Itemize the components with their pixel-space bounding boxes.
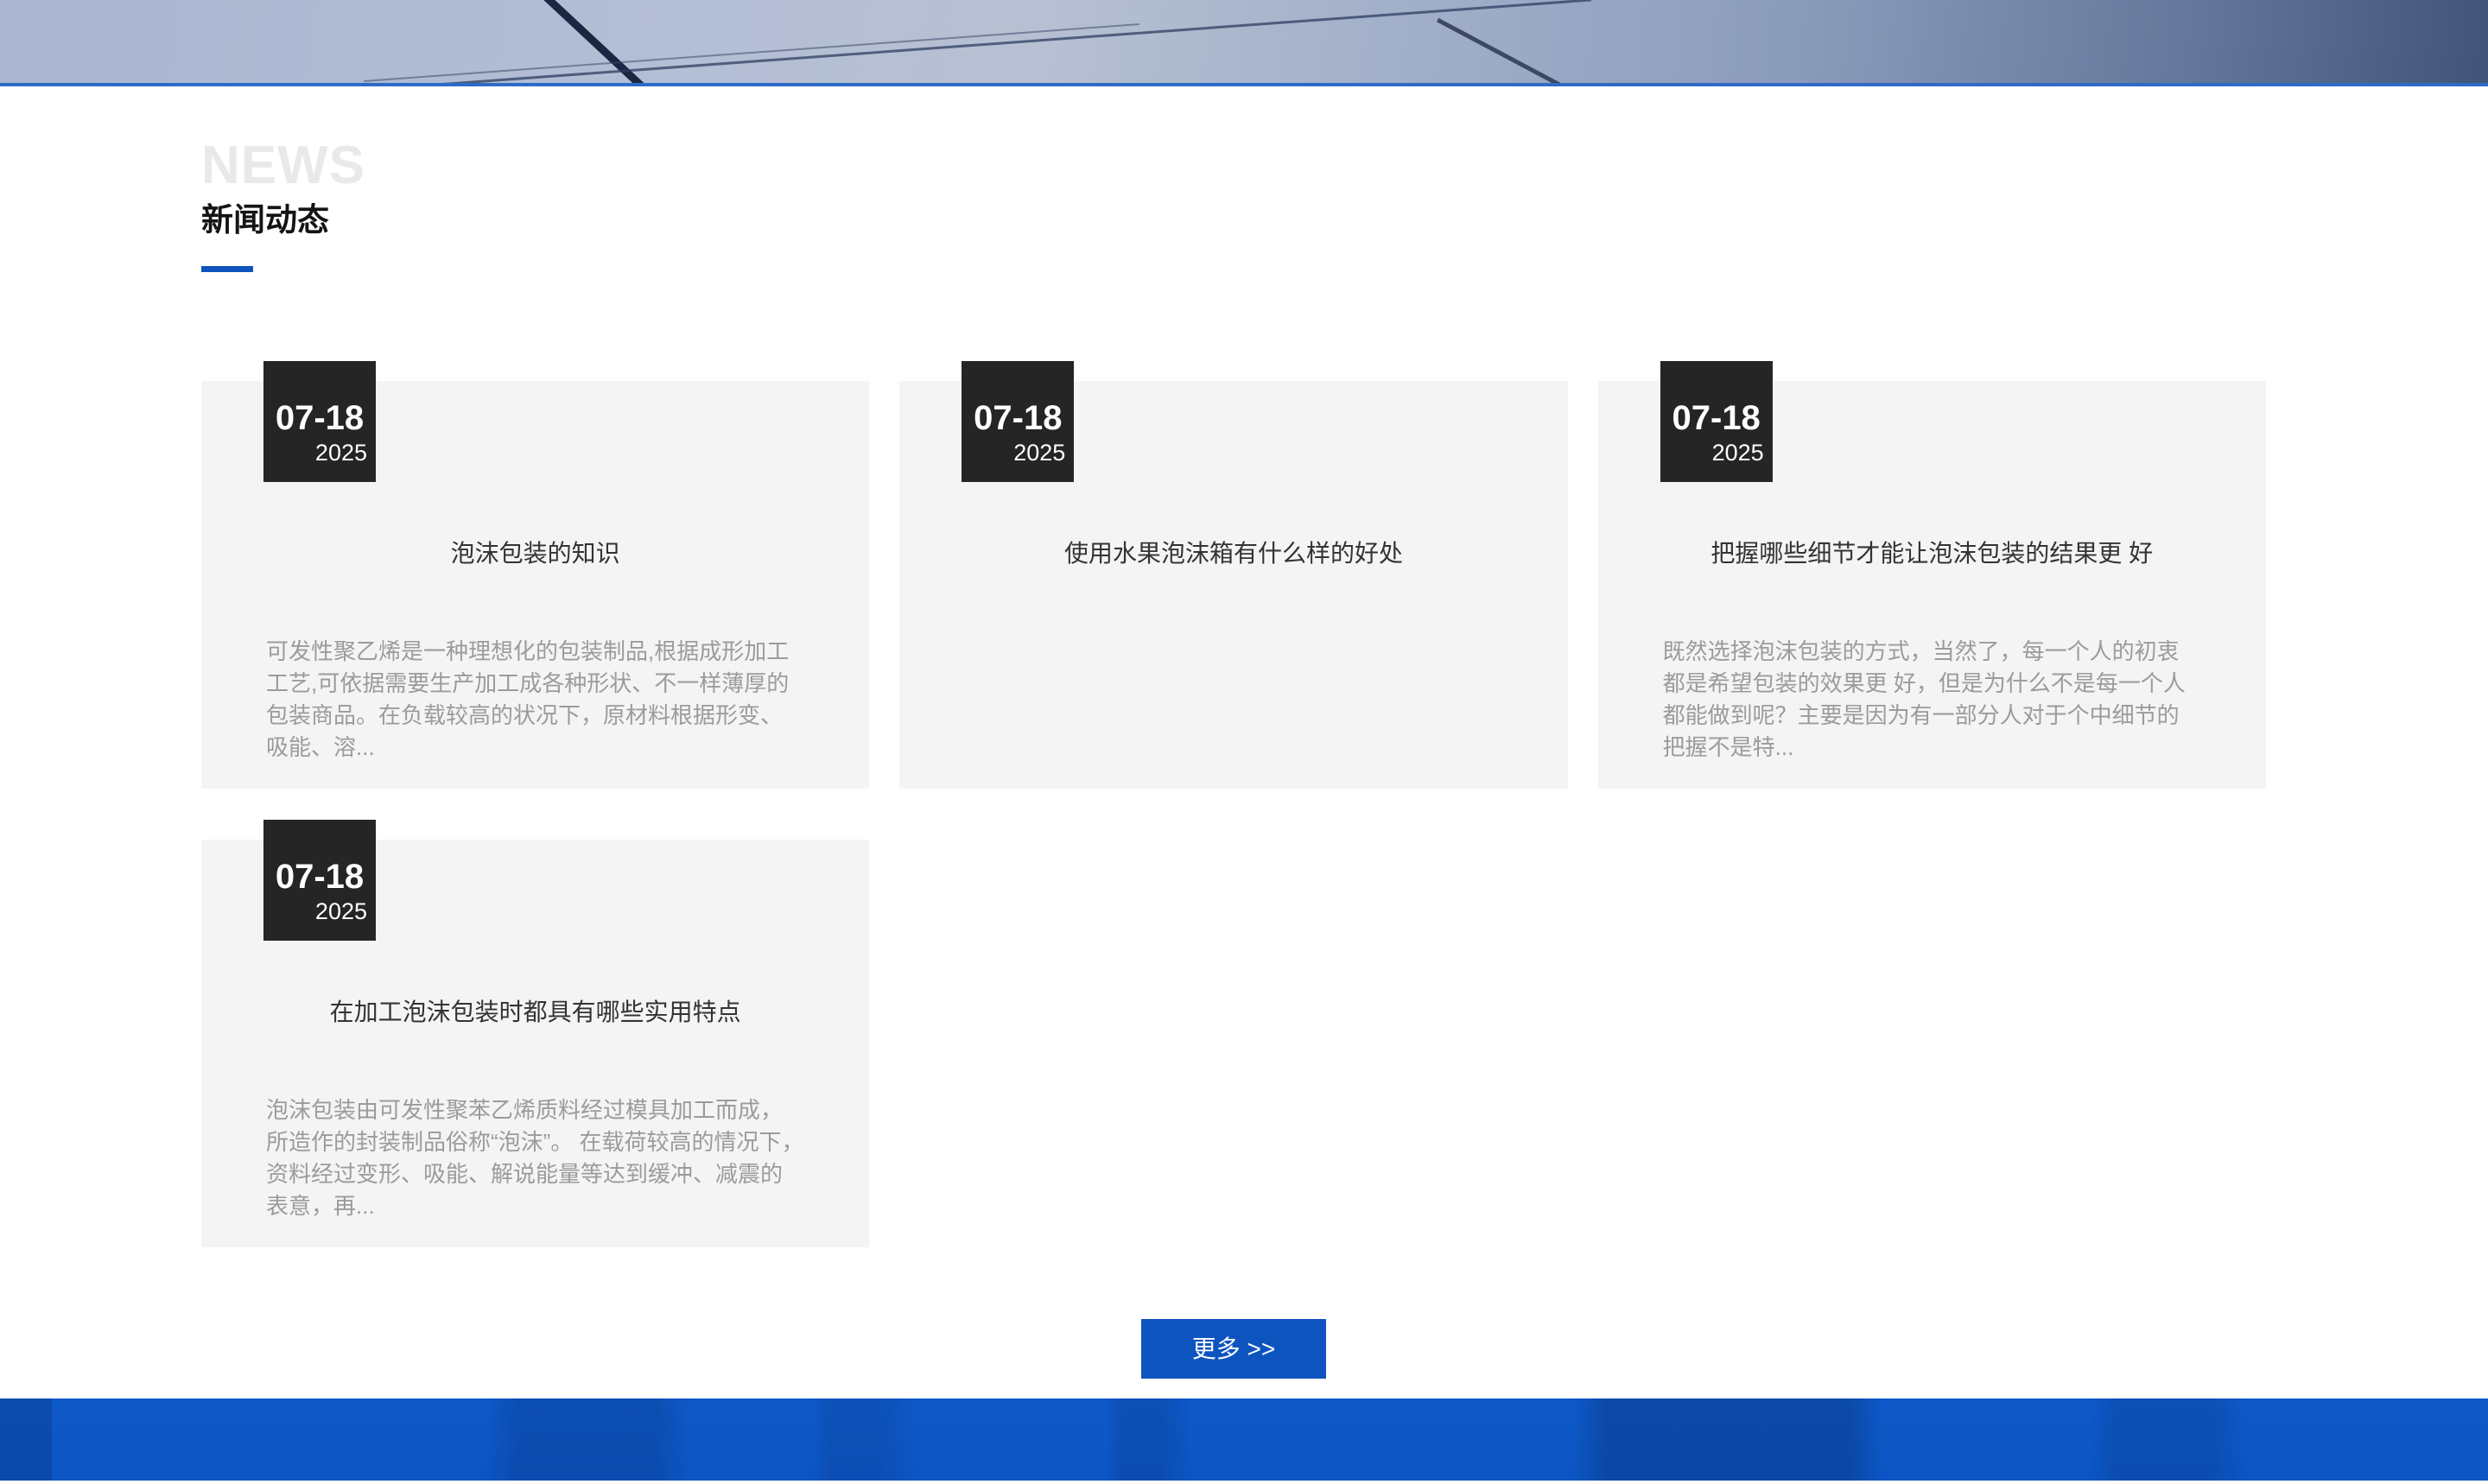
news-card[interactable]: 07-18 2025 泡沫包装的知识 可发性聚乙烯是一种理想化的包装制品,根据成…	[201, 381, 869, 789]
news-card-excerpt: 泡沫包装由可发性聚苯乙烯质料经过模具加工而成，所造作的封装制品俗称“泡沫”。 在…	[266, 1094, 804, 1222]
news-card[interactable]: 07-18 2025 把握哪些细节才能让泡沫包装的结果更 好 既然选择泡沫包装的…	[1598, 381, 2266, 789]
news-card-excerpt: 既然选择泡沫包装的方式，当然了，每一个人的初衷都是希望包装的效果更 好，但是为什…	[1663, 636, 2201, 764]
date-month-day: 07-18	[1660, 401, 1773, 435]
date-badge: 07-18 2025	[263, 361, 376, 482]
section-title-underline	[201, 266, 253, 272]
date-year: 2025	[962, 441, 1074, 465]
date-month-day: 07-18	[263, 859, 376, 894]
date-badge: 07-18 2025	[1660, 361, 1773, 482]
hero-pavement-line	[1437, 18, 1591, 86]
date-badge: 07-18 2025	[962, 361, 1074, 482]
hero-banner-image	[0, 0, 2488, 86]
hero-pavement-line	[364, 23, 1139, 82]
date-badge: 07-18 2025	[263, 820, 376, 941]
more-button[interactable]: 更多 >>	[1141, 1319, 1326, 1379]
date-year: 2025	[1660, 441, 1773, 465]
news-card[interactable]: 07-18 2025 在加工泡沫包装时都具有哪些实用特点 泡沫包装由可发性聚苯乙…	[201, 840, 869, 1247]
date-year: 2025	[263, 441, 376, 465]
section-title-cn: 新闻动态	[201, 203, 2266, 238]
date-month-day: 07-18	[263, 401, 376, 435]
footer-photo-band	[0, 1398, 2488, 1481]
news-section: NEWS 新闻动态 07-18 2025 泡沫包装的知识 可发性聚乙烯是一种理想…	[0, 86, 2488, 1398]
news-card[interactable]: 07-18 2025 使用水果泡沫箱有什么样的好处	[899, 381, 1567, 789]
news-card-grid: 07-18 2025 泡沫包装的知识 可发性聚乙烯是一种理想化的包装制品,根据成…	[201, 381, 2266, 1247]
section-title-en: NEWS	[201, 135, 2266, 196]
date-year: 2025	[263, 900, 376, 923]
news-card-excerpt: 可发性聚乙烯是一种理想化的包装制品,根据成形加工工艺,可依据需要生产加工成各种形…	[266, 636, 804, 764]
more-button-row: 更多 >>	[201, 1319, 2266, 1379]
date-month-day: 07-18	[962, 401, 1074, 435]
